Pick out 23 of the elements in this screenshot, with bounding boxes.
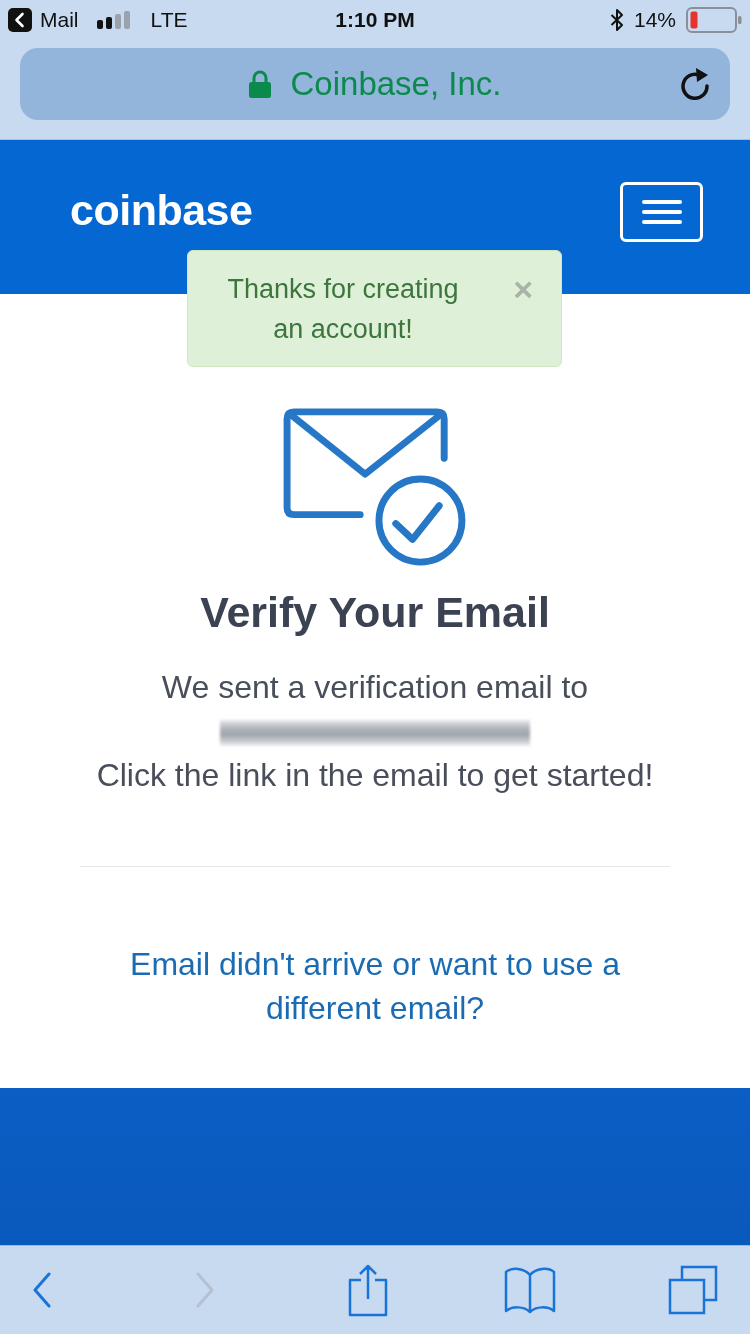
back-chevron-icon	[8, 8, 32, 32]
share-icon	[347, 1263, 388, 1317]
battery-percent: 14%	[633, 8, 676, 32]
back-to-app-link[interactable]: Mail	[8, 8, 79, 32]
book-icon	[504, 1266, 557, 1314]
battery-icon	[686, 7, 742, 33]
bluetooth-icon	[609, 8, 624, 32]
logo[interactable]: coinbase	[70, 184, 253, 236]
chevron-left-icon	[32, 1272, 52, 1308]
signal-icon	[96, 11, 131, 29]
help-link[interactable]: Email didn't arrive or want to use a different email?	[105, 942, 645, 1030]
tabs-icon	[668, 1265, 718, 1315]
menu-button[interactable]	[620, 182, 703, 242]
chevron-right-icon	[194, 1272, 215, 1308]
clock-time: 1:10 PM	[335, 8, 415, 32]
sent-message: We sent a verification email to	[161, 668, 589, 707]
page-title: Verify Your Email	[200, 587, 550, 637]
menu-icon	[641, 200, 682, 224]
network-type: LTE	[150, 8, 188, 32]
instruction-text: Click the link in the email to get started!	[96, 756, 654, 795]
alert-message: Thanks for creating an account!	[226, 273, 460, 346]
site-title: Coinbase, Inc.	[290, 64, 502, 104]
reload-icon	[680, 67, 712, 101]
